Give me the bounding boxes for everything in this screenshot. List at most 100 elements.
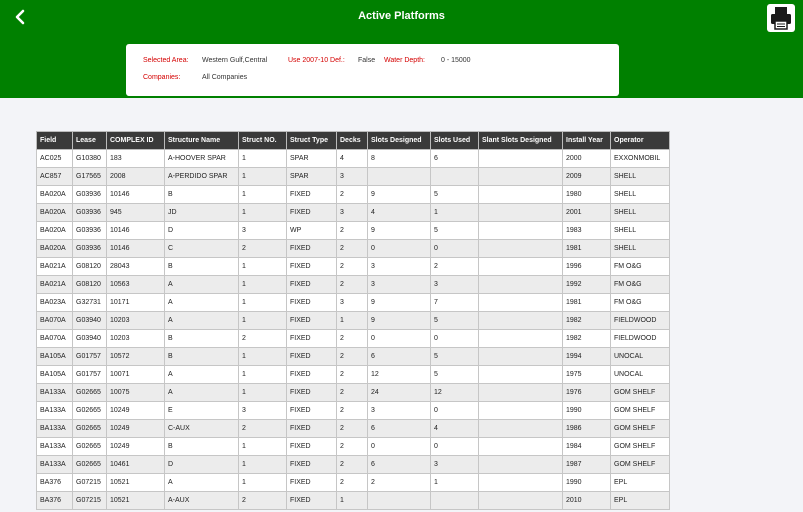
table-cell xyxy=(478,203,563,222)
table-cell: 5 xyxy=(430,365,479,384)
table-cell: 0 xyxy=(430,239,479,258)
table-cell xyxy=(478,437,563,456)
table-cell: 1 xyxy=(238,311,287,330)
table-cell: SHELL xyxy=(610,221,670,240)
table-cell: G02665 xyxy=(72,419,107,438)
table-row[interactable]: AC025 G10380 183 A-HOOVER SPAR 1 SPAR 4 8 6 2000 E… xyxy=(36,149,670,168)
column-header[interactable]: COMPLEX ID xyxy=(106,131,165,150)
table-row[interactable]: BA020A G03936 10146 B 1 FIXED 2 9 5 1980 SHELL xyxy=(36,185,670,204)
table-cell: 10249 xyxy=(106,437,165,456)
platforms-table: Field Lease COMPLEX ID Structure Name Struct… xyxy=(36,131,670,510)
table-row[interactable]: BA023A G32731 10171 A 1 FIXED 3 9 7 1981 FM O&G xyxy=(36,293,670,312)
table-cell: FIXED xyxy=(286,239,337,258)
column-header[interactable]: Struct NO. xyxy=(238,131,287,150)
table-cell: 1 xyxy=(238,203,287,222)
table-row[interactable]: BA020A G03936 10146 C 2 FIXED 2 0 0 1981 SHELL xyxy=(36,239,670,258)
table-row[interactable]: BA021A G08120 10563 A 1 FIXED 2 3 3 1992 FM O&G xyxy=(36,275,670,294)
table-cell: FIXED xyxy=(286,419,337,438)
table-cell: A-HOOVER SPAR xyxy=(164,149,239,168)
table-cell: 0 xyxy=(367,239,431,258)
table-cell: 12 xyxy=(430,383,479,402)
table-cell: FIXED xyxy=(286,473,337,492)
column-header[interactable]: Install Year xyxy=(562,131,611,150)
table-cell: 1 xyxy=(430,473,479,492)
table-cell: 1984 xyxy=(562,437,611,456)
table-cell: 1976 xyxy=(562,383,611,402)
table-cell: GOM SHELF xyxy=(610,455,670,474)
table-row[interactable]: BA070A G03940 10203 A 1 FIXED 1 9 5 1982 FIELDWOOD xyxy=(36,311,670,330)
table-cell: 10146 xyxy=(106,185,165,204)
table-cell: FM O&G xyxy=(610,257,670,276)
print-button[interactable] xyxy=(767,4,795,32)
table-cell: 945 xyxy=(106,203,165,222)
table-cell: BA133A xyxy=(36,419,73,438)
table-cell: G32731 xyxy=(72,293,107,312)
table-cell: 3 xyxy=(430,455,479,474)
table-row[interactable]: BA105A G01757 10071 A 1 FIXED 2 12 5 1975 UNOCAL xyxy=(36,365,670,384)
table-cell: 10075 xyxy=(106,383,165,402)
table-cell: 4 xyxy=(430,419,479,438)
table-cell: 3 xyxy=(238,401,287,420)
header-bar: Active Platforms xyxy=(0,0,803,42)
column-header[interactable]: Slots Designed xyxy=(367,131,431,150)
table-cell: B xyxy=(164,347,239,366)
table-cell: 28043 xyxy=(106,257,165,276)
table-row[interactable]: BA376 G07215 10521 A-AUX 2 FIXED 1 2010 EPL xyxy=(36,491,670,510)
table-row[interactable]: BA070A G03940 10203 B 2 FIXED 2 0 0 1982 FIELDWOOD xyxy=(36,329,670,348)
table-cell: 1986 xyxy=(562,419,611,438)
table-row[interactable]: BA376 G07215 10521 A 1 FIXED 2 2 1 1990 EPL xyxy=(36,473,670,492)
table-cell: BA105A xyxy=(36,365,73,384)
table-row[interactable]: BA020A G03936 10146 D 3 WP 2 9 5 1983 SHELL xyxy=(36,221,670,240)
table-row[interactable]: BA133A G02665 10075 A 1 FIXED 2 24 12 1976 GOM SHE… xyxy=(36,383,670,402)
table-row[interactable]: BA133A G02665 10249 E 3 FIXED 2 3 0 1990 GOM SHELF xyxy=(36,401,670,420)
table-cell: 2 xyxy=(238,491,287,510)
table-row[interactable]: BA020A G03936 945 JD 1 FIXED 3 4 1 2001 SHELL xyxy=(36,203,670,222)
table-cell: 1982 xyxy=(562,329,611,348)
table-row[interactable]: BA021A G08120 28043 B 1 FIXED 2 3 2 1996 FM O&G xyxy=(36,257,670,276)
column-header[interactable]: Operator xyxy=(610,131,670,150)
column-header[interactable]: Slant Slots Designed xyxy=(478,131,563,150)
table-cell: 1 xyxy=(238,455,287,474)
table-cell: 1980 xyxy=(562,185,611,204)
table-cell: C-AUX xyxy=(164,419,239,438)
table-cell: SHELL xyxy=(610,185,670,204)
table-cell: G03936 xyxy=(72,203,107,222)
column-header[interactable]: Struct Type xyxy=(286,131,337,150)
column-header[interactable]: Lease xyxy=(72,131,107,150)
table-cell: 2 xyxy=(336,221,368,240)
table-cell: 1996 xyxy=(562,257,611,276)
use-def-label: Use 2007-10 Def.: xyxy=(288,57,345,64)
table-cell: 10563 xyxy=(106,275,165,294)
table-cell: G03940 xyxy=(72,329,107,348)
table-cell: G02665 xyxy=(72,401,107,420)
table-cell: 3 xyxy=(430,275,479,294)
table-cell: SHELL xyxy=(610,167,670,186)
table-cell: AC857 xyxy=(36,167,73,186)
column-header[interactable]: Decks xyxy=(336,131,368,150)
table-cell: 0 xyxy=(367,437,431,456)
table-cell: 3 xyxy=(336,203,368,222)
table-cell: 0 xyxy=(430,437,479,456)
table-cell: GOM SHELF xyxy=(610,401,670,420)
table-row[interactable]: BA105A G01757 10572 B 1 FIXED 2 6 5 1994 UNOCAL xyxy=(36,347,670,366)
table-cell: BA021A xyxy=(36,275,73,294)
table-cell xyxy=(367,491,431,510)
table-row[interactable]: AC857 G17565 2008 A-PERDIDO SPAR 1 SPAR 3 2009 S… xyxy=(36,167,670,186)
table-cell: 7 xyxy=(430,293,479,312)
table-cell: 10521 xyxy=(106,473,165,492)
table-cell: 2 xyxy=(336,185,368,204)
table-cell: 2 xyxy=(336,473,368,492)
table-cell: B xyxy=(164,437,239,456)
table-row[interactable]: BA133A G02665 10461 D 1 FIXED 2 6 3 1987 GOM SHELF xyxy=(36,455,670,474)
table-cell: G10380 xyxy=(72,149,107,168)
table-cell xyxy=(478,329,563,348)
table-cell: EPL xyxy=(610,491,670,510)
table-row[interactable]: BA133A G02665 10249 C-AUX 2 FIXED 2 6 4 1986 GOM S… xyxy=(36,419,670,438)
column-header[interactable]: Field xyxy=(36,131,73,150)
table-cell: 2 xyxy=(336,329,368,348)
column-header[interactable]: Slots Used xyxy=(430,131,479,150)
table-row[interactable]: BA133A G02665 10249 B 1 FIXED 2 0 0 1984 GOM SHELF xyxy=(36,437,670,456)
column-header[interactable]: Structure Name xyxy=(164,131,239,150)
table-cell: BA105A xyxy=(36,347,73,366)
table-cell: 2 xyxy=(336,401,368,420)
